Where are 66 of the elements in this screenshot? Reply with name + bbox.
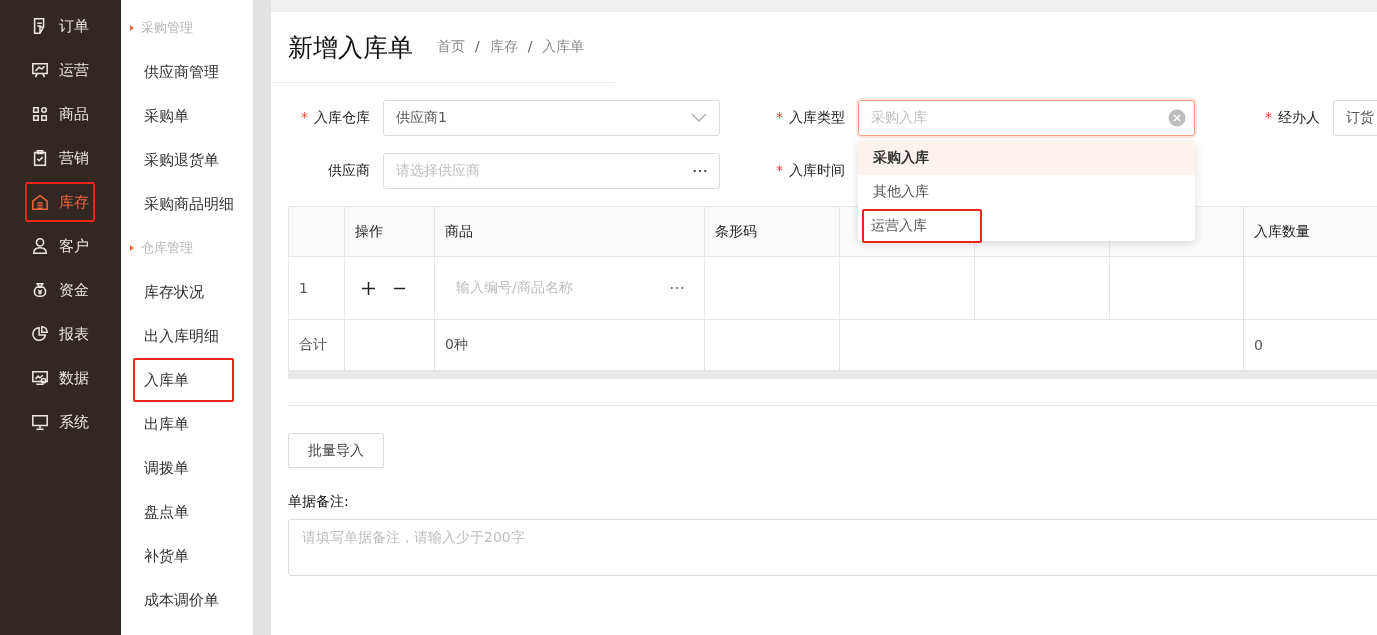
column-header: 商品 — [435, 207, 705, 257]
dropdown-option[interactable]: 其他入库 — [858, 175, 1195, 209]
row-number: 1 — [289, 257, 345, 320]
column-header: 入库数量 — [1244, 207, 1377, 257]
more-icon[interactable] — [670, 286, 684, 290]
more-icon[interactable] — [693, 169, 707, 173]
submenu-item[interactable]: 成本调价单 — [133, 578, 234, 622]
import-button[interactable]: 批量导入 — [288, 433, 384, 468]
submenu-item[interactable]: 采购单 — [133, 94, 234, 138]
required-mark: * — [776, 162, 783, 178]
column-header: 条形码 — [705, 207, 840, 257]
field-label: 入库时间 — [789, 162, 845, 178]
apps-icon — [31, 105, 49, 123]
sidebar-item[interactable]: 订单 — [25, 6, 95, 46]
field-label: 入库类型 — [789, 109, 845, 125]
dropdown-option[interactable]: 运营入库 — [862, 209, 982, 243]
submenu-item[interactable]: 补货单 — [133, 534, 234, 578]
submenu-item[interactable]: 盘点单 — [133, 490, 234, 534]
sidebar-item[interactable]: 数据 — [25, 358, 95, 398]
submenu-item[interactable]: 供应商管理 — [133, 50, 234, 94]
sidebar-item[interactable]: 客户 — [25, 226, 95, 266]
money-bag-icon — [31, 281, 49, 299]
add-icon[interactable] — [361, 280, 376, 296]
remarks-label: 单据备注: — [288, 493, 350, 511]
breadcrumb-link[interactable]: 库存 — [489, 38, 518, 56]
field-label: 供应商 — [328, 162, 370, 178]
submenu-item[interactable]: 入库单 — [133, 358, 234, 402]
column-header: 操作 — [345, 207, 435, 257]
chart-board-icon — [31, 61, 49, 79]
sidebar-item[interactable]: 系统 — [25, 402, 95, 442]
submenu-item[interactable]: 库存状况 — [133, 270, 234, 314]
scrollbar[interactable] — [289, 371, 1377, 379]
monitor-icon — [31, 413, 49, 431]
required-mark: * — [301, 109, 308, 125]
sidebar-item[interactable]: 商品 — [25, 94, 95, 134]
required-mark: * — [776, 109, 783, 125]
group-title: 仓库管理 — [141, 239, 193, 257]
breadcrumb-link[interactable]: 入库单 — [542, 38, 585, 56]
submenu-item[interactable]: 调拨单 — [133, 446, 234, 490]
sidebar-item[interactable]: 资金 — [25, 270, 95, 310]
triangle-icon — [130, 25, 134, 31]
page-title: 新增入库单 — [288, 31, 413, 64]
required-mark: * — [1265, 109, 1272, 125]
input-field[interactable]: 订货 — [1333, 100, 1377, 136]
submenu-item[interactable]: 出入库明细 — [133, 314, 234, 358]
sidebar-item[interactable]: 报表 — [25, 314, 95, 354]
sidebar-item[interactable]: 营销 — [25, 138, 95, 178]
dropdown-option[interactable]: 采购入库 — [858, 141, 1195, 175]
warehouse-icon — [31, 193, 49, 211]
field-label: 入库仓库 — [314, 109, 370, 125]
user-icon — [31, 237, 49, 255]
breadcrumb-link[interactable]: 首页 — [437, 38, 465, 56]
breadcrumb-separator: / — [527, 38, 533, 56]
submenu-item[interactable]: 采购商品明细 — [133, 182, 234, 226]
triangle-icon — [130, 245, 134, 251]
sidebar-item[interactable]: 库存 — [25, 182, 95, 222]
sidebar-item[interactable]: 运营 — [25, 50, 95, 90]
clipboard-check-icon — [31, 149, 49, 167]
group-title: 采购管理 — [141, 19, 193, 37]
select-field[interactable]: 供应商1 — [383, 100, 720, 136]
field-label: 经办人 — [1278, 109, 1320, 125]
pie-chart-icon — [31, 325, 49, 343]
screen-search-icon — [31, 369, 49, 387]
breadcrumb-separator: / — [475, 38, 480, 56]
submenu-item[interactable]: 采购退货单 — [133, 138, 234, 182]
submenu-item[interactable]: 出库单 — [133, 402, 234, 446]
